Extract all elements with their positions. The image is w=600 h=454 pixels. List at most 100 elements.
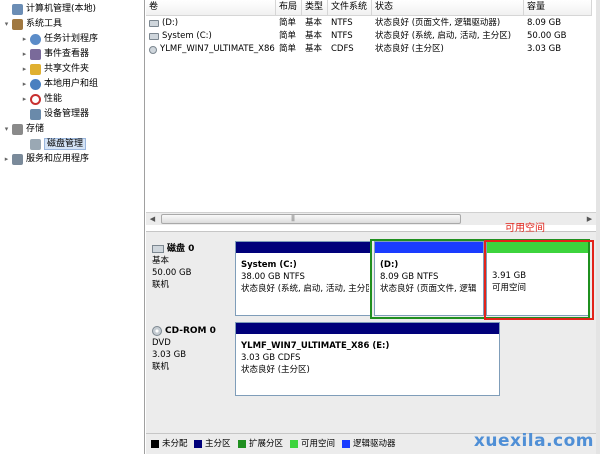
- expander-icon[interactable]: ▸: [20, 62, 29, 77]
- scroll-left-icon[interactable]: ◀: [146, 213, 159, 225]
- event-viewer-icon: [30, 49, 41, 60]
- cell-status: 状态良好 (系统, 启动, 活动, 主分区): [375, 31, 512, 41]
- primary-swatch: [194, 440, 202, 448]
- cell-filesystem: NTFS: [331, 18, 353, 28]
- computer-icon: [12, 4, 23, 15]
- cell-filesystem: NTFS: [331, 31, 353, 41]
- tree-item-computer-management[interactable]: 计算机管理(本地): [2, 2, 96, 17]
- disk-name: 磁盘 0: [167, 244, 195, 254]
- disk-status: 联机: [152, 280, 170, 290]
- primary-partition-bar: [236, 242, 371, 253]
- drive-icon: [149, 20, 159, 27]
- performance-icon: [30, 94, 41, 105]
- grip-icon: |||: [291, 215, 295, 222]
- unallocated-swatch: [151, 440, 159, 448]
- disk-0-label[interactable]: 磁盘 0 基本 50.00 GB 联机: [148, 240, 232, 314]
- cell-type: 基本: [305, 44, 323, 54]
- expander-icon[interactable]: ▸: [20, 77, 29, 92]
- legend-item-extended: 扩展分区: [238, 439, 283, 449]
- volume-list: 卷 布局 类型 文件系统 状态 容量 (D:) 简单 基本 NTFS 状态良好 …: [146, 0, 596, 230]
- column-header-volume[interactable]: 卷: [146, 0, 276, 16]
- disk-status: 联机: [152, 362, 170, 372]
- column-header-capacity[interactable]: 容量: [524, 0, 592, 16]
- drive-icon: [149, 33, 159, 40]
- expander-icon[interactable]: ▾: [2, 17, 11, 32]
- navigation-tree: 计算机管理(本地) ▾ 系统工具 ▸ 任务计划程序 ▸ 事件查看器 ▸ 共享文件夹 ▸ 本…: [0, 0, 145, 454]
- services-icon: [12, 154, 23, 165]
- site-watermark: xuexila.com: [473, 431, 594, 451]
- tools-icon: [12, 19, 23, 30]
- legend-item-free-space: 可用空间: [290, 439, 335, 449]
- partition-status: 状态良好 (主分区): [241, 365, 310, 375]
- tree-item-local-users-groups[interactable]: ▸ 本地用户和组: [20, 77, 98, 92]
- tree-item-services-applications[interactable]: ▸ 服务和应用程序: [2, 152, 89, 167]
- tree-item-system-tools[interactable]: ▾ 系统工具: [2, 17, 62, 32]
- cell-capacity: 50.00 GB: [527, 31, 567, 41]
- disk-management-icon: [30, 139, 41, 150]
- disk-type: DVD: [152, 338, 171, 348]
- column-header-layout[interactable]: 布局: [276, 0, 302, 16]
- users-icon: [30, 79, 41, 90]
- cell-volume: (D:): [146, 17, 276, 30]
- cell-status: 状态良好 (主分区): [375, 44, 444, 54]
- expander-icon[interactable]: ▸: [20, 92, 29, 107]
- column-header-type[interactable]: 类型: [302, 0, 328, 16]
- cell-capacity: 3.03 GB: [527, 44, 562, 54]
- partition-size: 3.03 GB CDFS: [241, 353, 301, 363]
- tree-item-storage[interactable]: ▾ 存储: [2, 122, 44, 137]
- tree-item-event-viewer[interactable]: ▸ 事件查看器: [20, 47, 89, 62]
- partition-status: 状态良好 (系统, 启动, 活动, 主分区: [241, 284, 369, 294]
- tree-item-shared-folders[interactable]: ▸ 共享文件夹: [20, 62, 89, 77]
- column-header-status[interactable]: 状态: [372, 0, 524, 16]
- cell-capacity: 8.09 GB: [527, 18, 562, 28]
- clock-icon: [30, 34, 41, 45]
- cdrom-0-label[interactable]: CD-ROM 0 DVD 3.03 GB 联机: [148, 322, 232, 396]
- partition-system-c[interactable]: System (C:) 38.00 GB NTFS 状态良好 (系统, 启动, …: [235, 241, 372, 316]
- logical-swatch: [342, 440, 350, 448]
- partition-name: YLMF_WIN7_ULTIMATE_X86 (E:): [241, 341, 390, 351]
- free-space-highlight: [484, 240, 594, 320]
- expander-icon[interactable]: ▸: [20, 47, 29, 62]
- partition-name: System (C:): [241, 260, 297, 270]
- disk-size: 3.03 GB: [152, 350, 187, 360]
- storage-icon: [12, 124, 23, 135]
- scrollbar-thumb[interactable]: [161, 214, 461, 224]
- cell-type: 基本: [305, 18, 323, 28]
- cell-layout: 简单: [279, 31, 297, 41]
- disk-name: CD-ROM 0: [165, 326, 216, 336]
- free-space-swatch: [290, 440, 298, 448]
- extended-swatch: [238, 440, 246, 448]
- cd-drive-icon: [149, 46, 157, 54]
- expander-icon[interactable]: ▸: [2, 152, 11, 167]
- vertical-scrollbar[interactable]: [596, 0, 600, 454]
- device-manager-icon: [30, 109, 41, 120]
- disk-size: 50.00 GB: [152, 268, 192, 278]
- legend-item-logical: 逻辑驱动器: [342, 439, 396, 449]
- cell-layout: 简单: [279, 18, 297, 28]
- disk-type: 基本: [152, 256, 170, 266]
- partition-cdrom-e[interactable]: YLMF_WIN7_ULTIMATE_X86 (E:) 3.03 GB CDFS…: [235, 322, 500, 396]
- column-header-filesystem[interactable]: 文件系统: [328, 0, 372, 16]
- cell-filesystem: CDFS: [331, 44, 354, 54]
- cell-volume: System (C:): [146, 30, 276, 43]
- primary-partition-bar: [236, 323, 499, 334]
- partition-size: 38.00 GB NTFS: [241, 272, 305, 282]
- cell-volume: YLMF_WIN7_ULTIMATE_X86 (E:): [146, 43, 276, 56]
- scroll-right-icon[interactable]: ▶: [583, 213, 596, 225]
- cd-drive-icon: [152, 326, 162, 336]
- cell-type: 基本: [305, 31, 323, 41]
- free-space-annotation: 可用空间: [505, 223, 545, 234]
- expander-icon[interactable]: ▸: [20, 32, 29, 47]
- disk-graphical-view: 磁盘 0 基本 50.00 GB 联机 System (C:) 38.00 GB…: [146, 223, 596, 433]
- cell-layout: 简单: [279, 44, 297, 54]
- tree-item-performance[interactable]: ▸ 性能: [20, 92, 62, 107]
- tree-item-task-scheduler[interactable]: ▸ 任务计划程序: [20, 32, 98, 47]
- hard-disk-icon: [152, 245, 164, 253]
- legend-item-unallocated: 未分配: [151, 439, 188, 449]
- legend-item-primary: 主分区: [194, 439, 231, 449]
- shared-folder-icon: [30, 64, 41, 75]
- tree-item-disk-management[interactable]: 磁盘管理: [20, 137, 87, 152]
- expander-icon[interactable]: ▾: [2, 122, 11, 137]
- tree-item-device-manager[interactable]: 设备管理器: [20, 107, 89, 122]
- cell-status: 状态良好 (页面文件, 逻辑驱动器): [375, 18, 501, 28]
